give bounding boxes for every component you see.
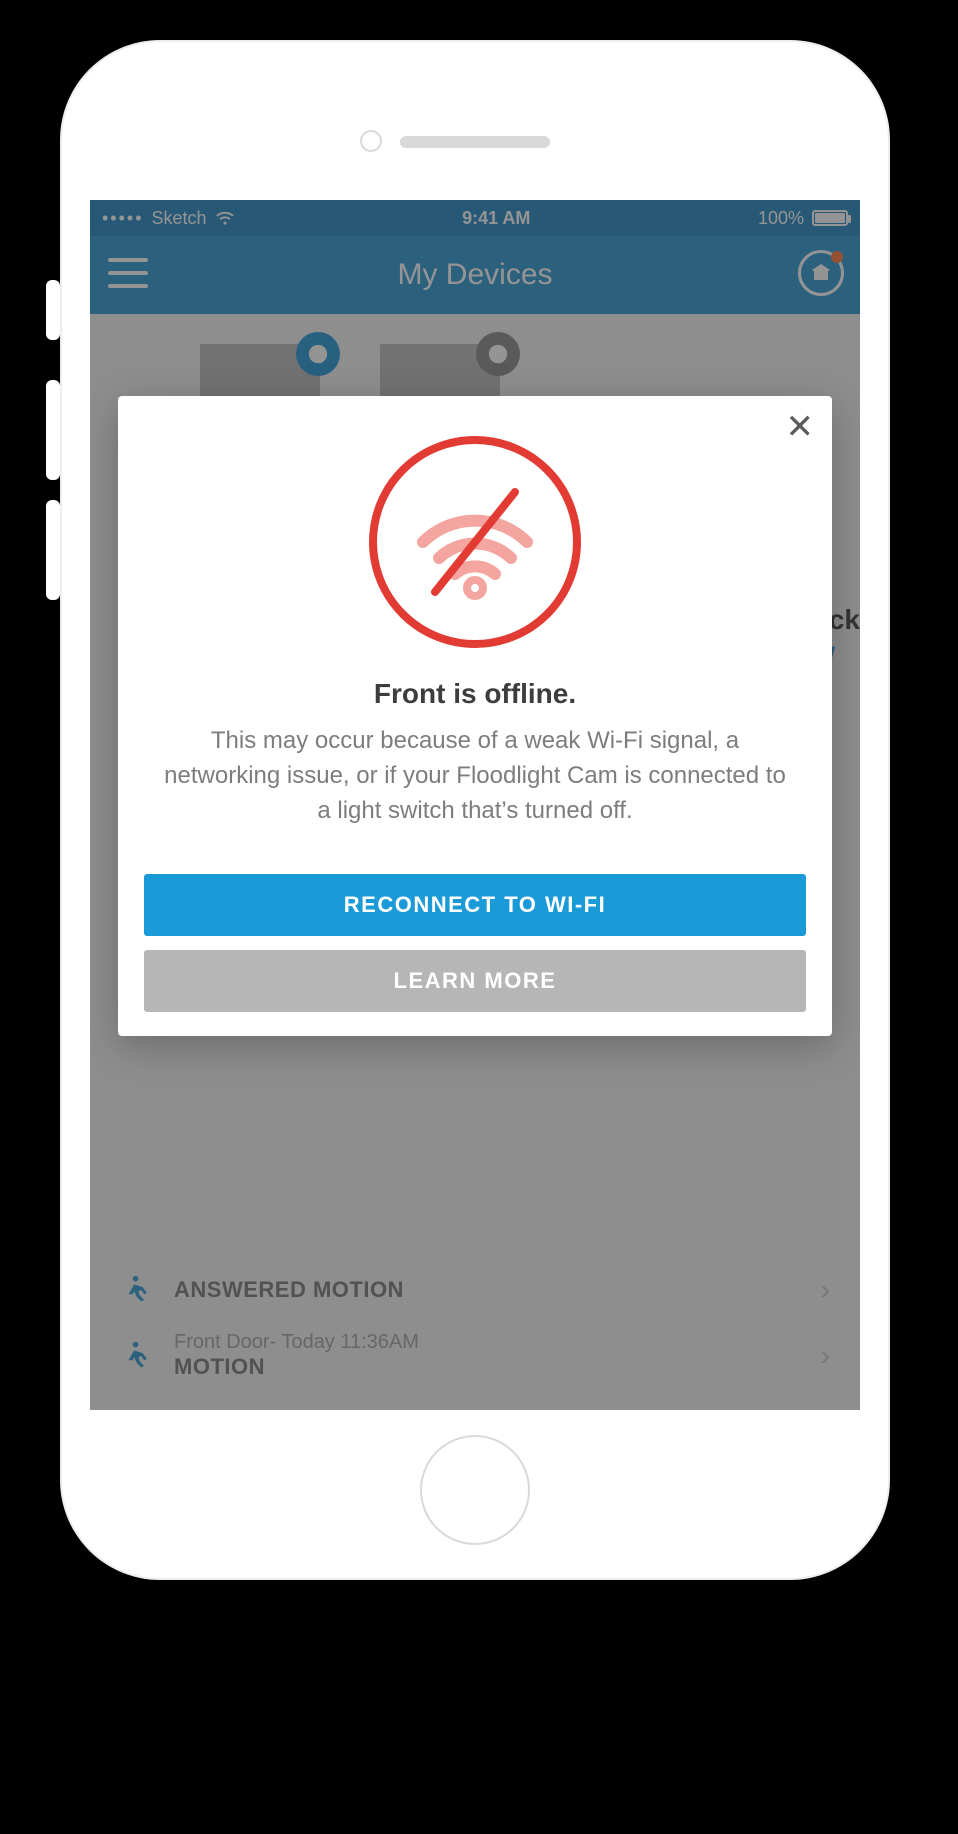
stage: ••••• Sketch 9:41 AM 100% My Devices (0, 0, 958, 1834)
phone-side-button (46, 380, 60, 480)
modal-description: This may occur because of a weak Wi-Fi s… (144, 724, 806, 828)
close-button[interactable]: ✕ (786, 410, 815, 444)
phone-camera (360, 130, 382, 152)
reconnect-button[interactable]: RECONNECT TO WI-FI (144, 874, 806, 936)
phone-frame: ••••• Sketch 9:41 AM 100% My Devices (60, 40, 890, 1580)
wifi-off-icon (365, 432, 585, 652)
phone-side-button (46, 280, 60, 340)
phone-home-button (420, 1435, 530, 1545)
modal-title: Front is offline. (144, 678, 806, 710)
phone-side-button (46, 500, 60, 600)
learn-more-button[interactable]: LEARN MORE (144, 950, 806, 1012)
phone-speaker (400, 136, 550, 148)
device-screen: ••••• Sketch 9:41 AM 100% My Devices (90, 200, 860, 1410)
offline-modal: ✕ Front is offline. This may occur becau… (118, 396, 832, 1036)
close-icon: ✕ (786, 408, 815, 446)
